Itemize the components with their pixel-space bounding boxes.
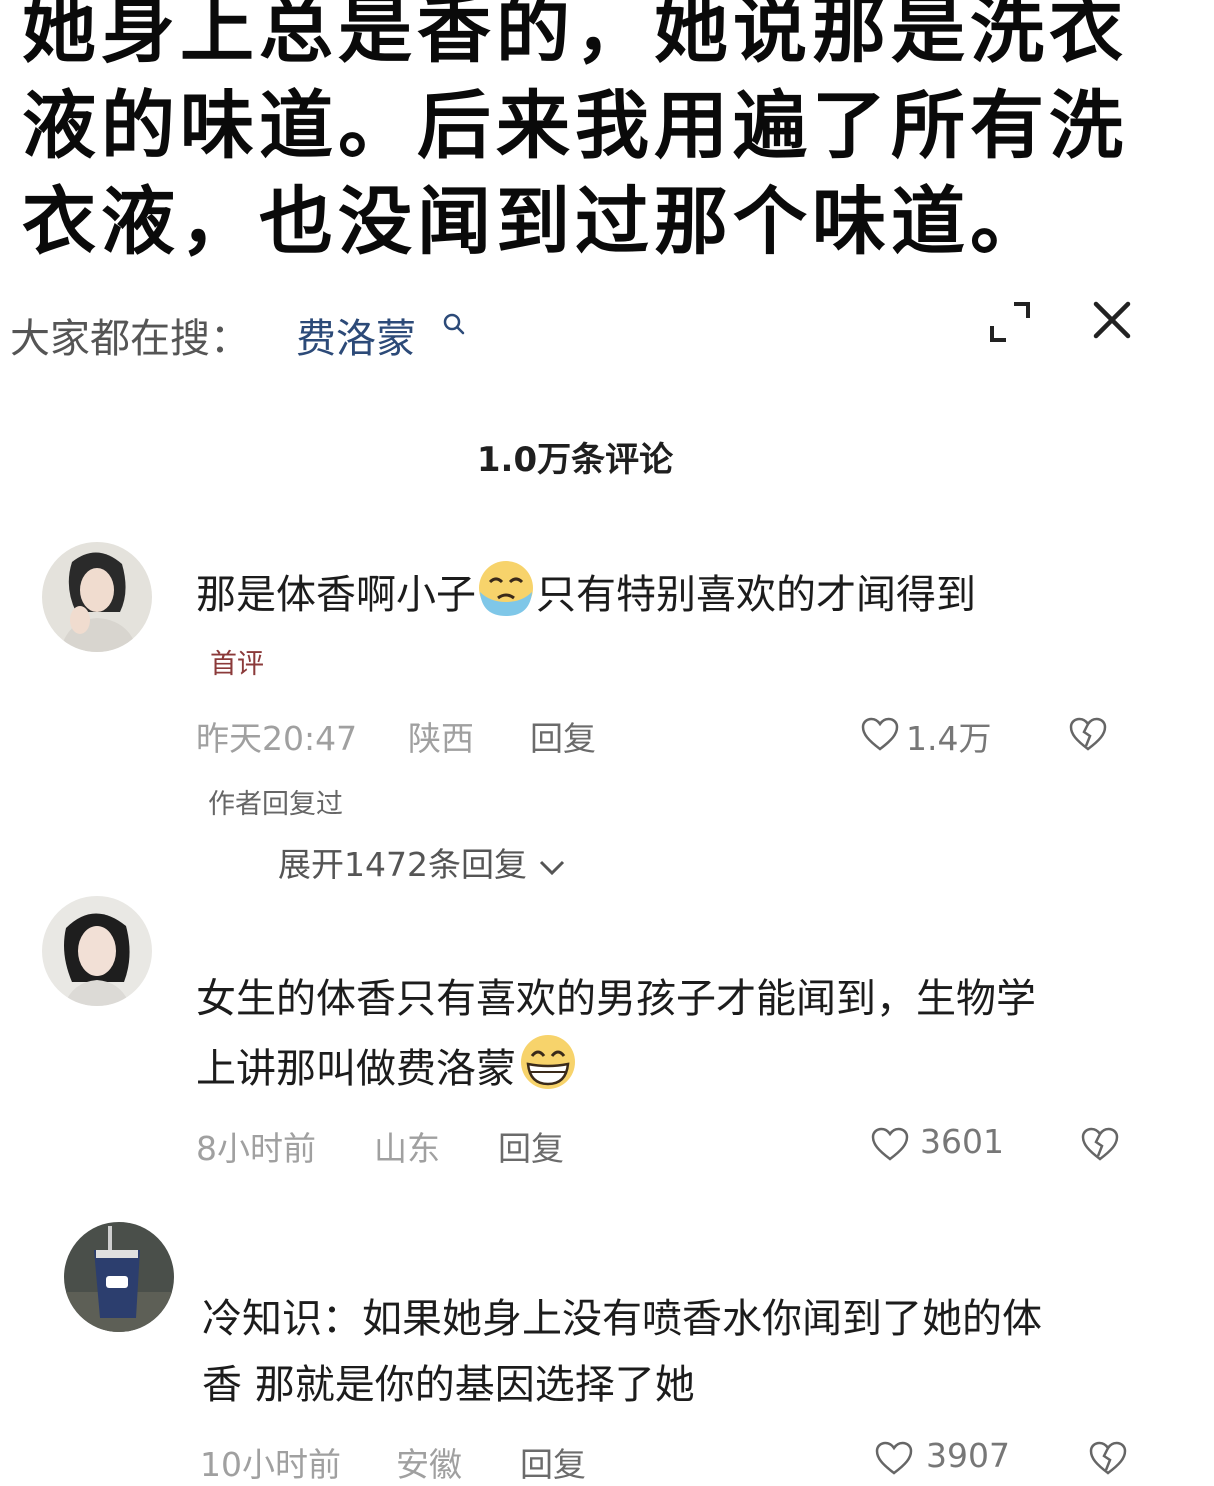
author-replied-label: 作者回复过 [208, 789, 343, 820]
comment-time: 昨天20:47 [196, 719, 358, 758]
search-prefix: 大家都在搜： [10, 316, 250, 362]
comment-time: 10小时前 [200, 1445, 341, 1484]
broken-heart-icon[interactable] [1068, 716, 1108, 752]
caption-text: 她身上总是香的，她说那是洗衣液的味道。后来我用遍了所有洗衣液，也没闻到过那个味道… [22, 0, 1128, 265]
comment-text-part: 上讲那叫做费洛蒙 [196, 1046, 516, 1092]
comment-text: 那是体香啊小子 只有特别喜欢的才闻得到 [196, 558, 976, 628]
reply-button[interactable]: 回复 [530, 712, 596, 760]
comment-text-line: 冷知识：如果她身上没有喷香水你闻到了她的体 [202, 1296, 1042, 1342]
search-bar: 大家都在搜： 费洛蒙 [10, 300, 1204, 362]
avatar[interactable] [42, 542, 152, 652]
comment-text-part: 那是体香啊小子 [196, 572, 476, 618]
comment-text: 女生的体香只有喜欢的男孩子才能闻到，生物学 上讲那叫做费洛蒙 [196, 966, 1036, 1102]
expand-replies-label: 展开1472条回复 [278, 845, 527, 884]
comment-location: 安徽 [396, 1445, 462, 1484]
like-count: 3907 [926, 1436, 1010, 1475]
close-icon[interactable] [1092, 300, 1132, 340]
avatar[interactable] [42, 896, 152, 1006]
reply-button[interactable]: 回复 [520, 1438, 586, 1486]
chevron-down-icon [540, 860, 565, 875]
comments-count: 1.0万条评论 [476, 440, 674, 480]
heart-icon[interactable] [860, 716, 900, 752]
crying-emoji [479, 561, 533, 616]
first-comment-badge: 首评 [210, 649, 264, 680]
comment-text-part: 只有特别喜欢的才闻得到 [536, 572, 976, 618]
broken-heart-icon[interactable] [1080, 1126, 1120, 1162]
expand-icon[interactable] [988, 300, 1032, 344]
heart-icon[interactable] [870, 1126, 910, 1162]
comment-text: 冷知识：如果她身上没有喷香水你闻到了她的体 香 那就是你的基因选择了她 [202, 1286, 1042, 1418]
comment-text-line: 上讲那叫做费洛蒙 [196, 1032, 1036, 1102]
like-count: 3601 [920, 1122, 1004, 1161]
comment-time: 8小时前 [196, 1129, 316, 1168]
grinning-emoji [521, 1035, 575, 1089]
search-icon[interactable] [442, 312, 466, 336]
comment-text-line: 香 那就是你的基因选择了她 [202, 1362, 695, 1408]
search-term-link[interactable]: 费洛蒙 [296, 306, 416, 364]
comment-text-line: 女生的体香只有喜欢的男孩子才能闻到，生物学 [196, 976, 1036, 1022]
comment-location: 陕西 [408, 719, 474, 758]
heart-icon[interactable] [874, 1440, 914, 1476]
comment-location: 山东 [374, 1129, 440, 1168]
expand-replies-button[interactable]: 展开1472条回复 [278, 838, 567, 886]
avatar[interactable] [64, 1222, 174, 1332]
broken-heart-icon[interactable] [1088, 1440, 1128, 1476]
like-count: 1.4万 [906, 719, 992, 758]
reply-button[interactable]: 回复 [498, 1122, 564, 1170]
